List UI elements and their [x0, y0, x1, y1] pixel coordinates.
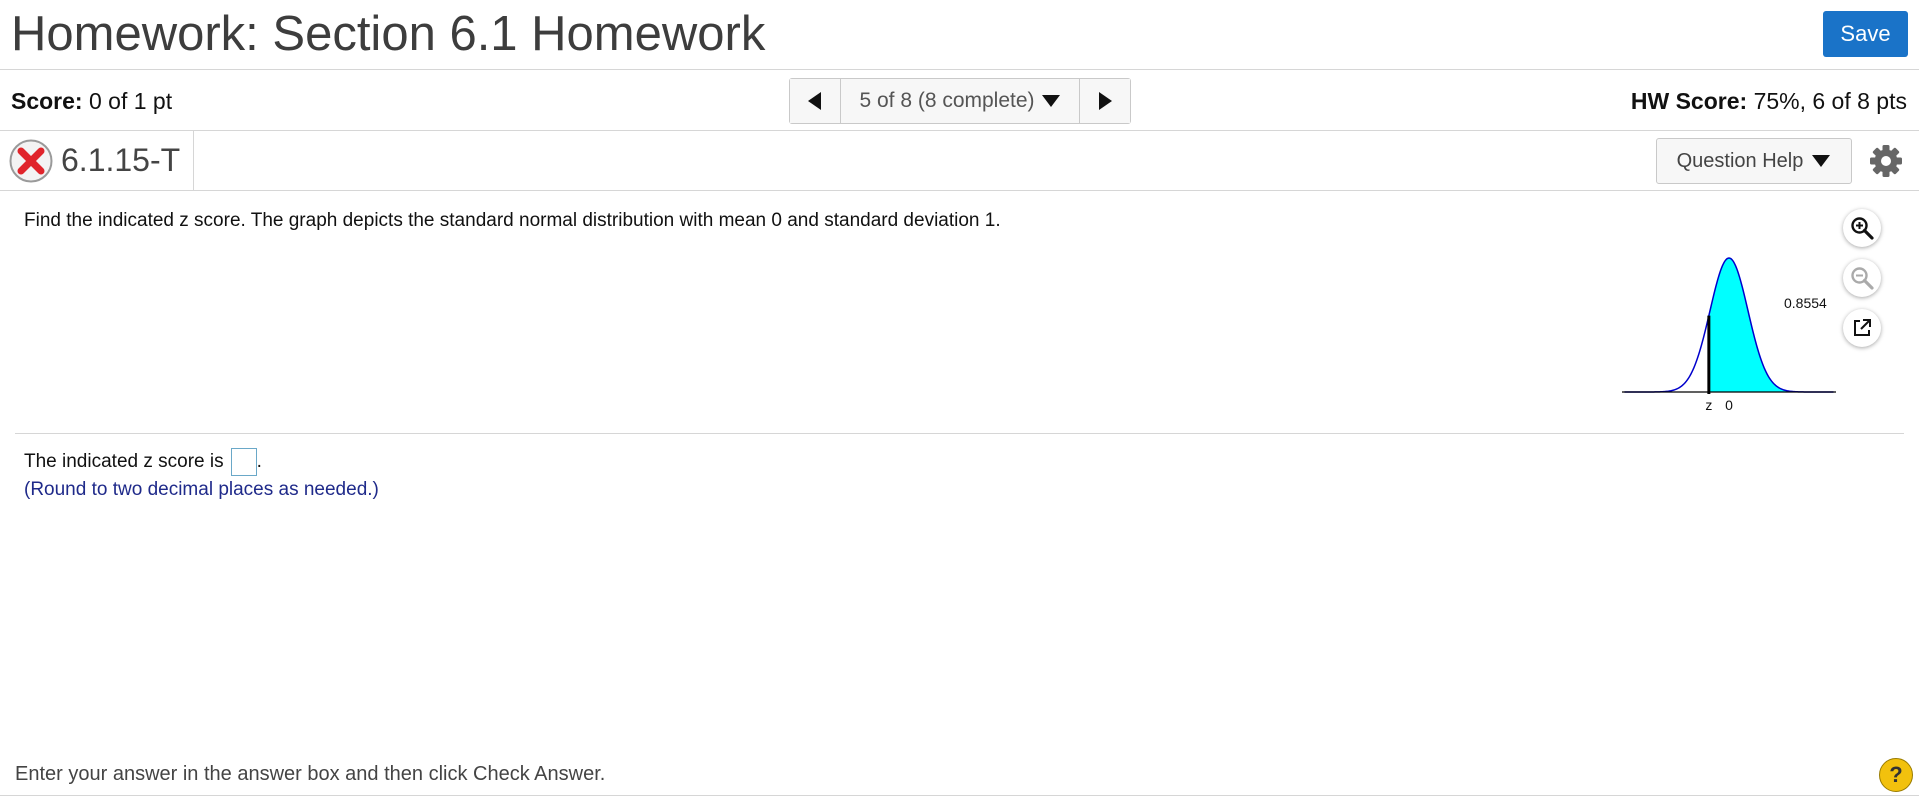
next-question-button[interactable] — [1079, 79, 1130, 123]
open-external-button[interactable] — [1843, 309, 1881, 347]
area-label: 0.8554 — [1784, 295, 1827, 311]
gear-icon[interactable] — [1869, 144, 1903, 178]
zoom-in-button[interactable] — [1843, 209, 1881, 247]
incorrect-x-icon — [9, 139, 53, 183]
question-id: 6.1.15-T — [61, 142, 181, 178]
z-score-answer-input[interactable] — [230, 448, 257, 476]
homework-page: Homework: Section 6.1 Homework Save Scor… — [0, 0, 1919, 797]
chevron-down-icon — [1812, 155, 1831, 167]
question-selector-dropdown[interactable]: 5 of 8 (8 complete) — [841, 79, 1079, 123]
answer-prefix: The indicated z score is — [24, 451, 224, 472]
previous-question-button[interactable] — [790, 79, 841, 123]
question-score: Score: 0 of 1 pt — [11, 88, 172, 115]
answer-line: The indicated z score is . — [24, 448, 262, 476]
footer-instruction: Enter your answer in the answer box and … — [15, 763, 606, 785]
score-value: 0 of 1 pt — [88, 88, 173, 114]
chevron-down-icon — [1041, 95, 1060, 107]
section-divider — [15, 433, 1904, 434]
question-header: 6.1.15-T Question Help — [0, 131, 1919, 191]
zoom-in-icon — [1851, 217, 1874, 240]
z-tick-label: z — [1705, 397, 1712, 413]
question-prompt: Find the indicated z score. The graph de… — [24, 210, 1001, 231]
hw-score-label: HW Score: — [1630, 88, 1748, 114]
triangle-right-icon — [1099, 92, 1112, 110]
question-help-button[interactable]: Question Help — [1656, 138, 1852, 184]
save-button[interactable]: Save — [1823, 11, 1908, 57]
normal-distribution-graph: 0.8554 z 0 — [1622, 257, 1836, 413]
open-external-icon — [1854, 319, 1871, 336]
hw-score-value: 75%, 6 of 8 pts — [1753, 88, 1907, 114]
triangle-left-icon — [808, 92, 821, 110]
shaded-area — [1708, 258, 1834, 392]
question-selector-label: 5 of 8 (8 complete) — [859, 89, 1035, 112]
mean-tick-label: 0 — [1725, 397, 1733, 413]
question-navigator: 5 of 8 (8 complete) — [789, 78, 1131, 124]
page-title: Homework: Section 6.1 Homework — [11, 7, 766, 61]
score-bar: Score: 0 of 1 pt 5 of 8 (8 complete) HW … — [0, 70, 1919, 131]
title-bar: Homework: Section 6.1 Homework Save — [0, 0, 1919, 70]
score-label: Score: — [11, 88, 83, 114]
rounding-hint: (Round to two decimal places as needed.) — [24, 479, 379, 500]
homework-score: HW Score: 75%, 6 of 8 pts — [1631, 88, 1907, 115]
answer-suffix: . — [256, 451, 262, 472]
help-question-icon[interactable]: ? — [1879, 758, 1913, 792]
zoom-out-button[interactable] — [1843, 259, 1881, 297]
question-help-label: Question Help — [1676, 149, 1804, 172]
footer-divider — [0, 795, 1919, 796]
header-divider — [193, 131, 194, 191]
zoom-out-icon — [1851, 267, 1874, 290]
